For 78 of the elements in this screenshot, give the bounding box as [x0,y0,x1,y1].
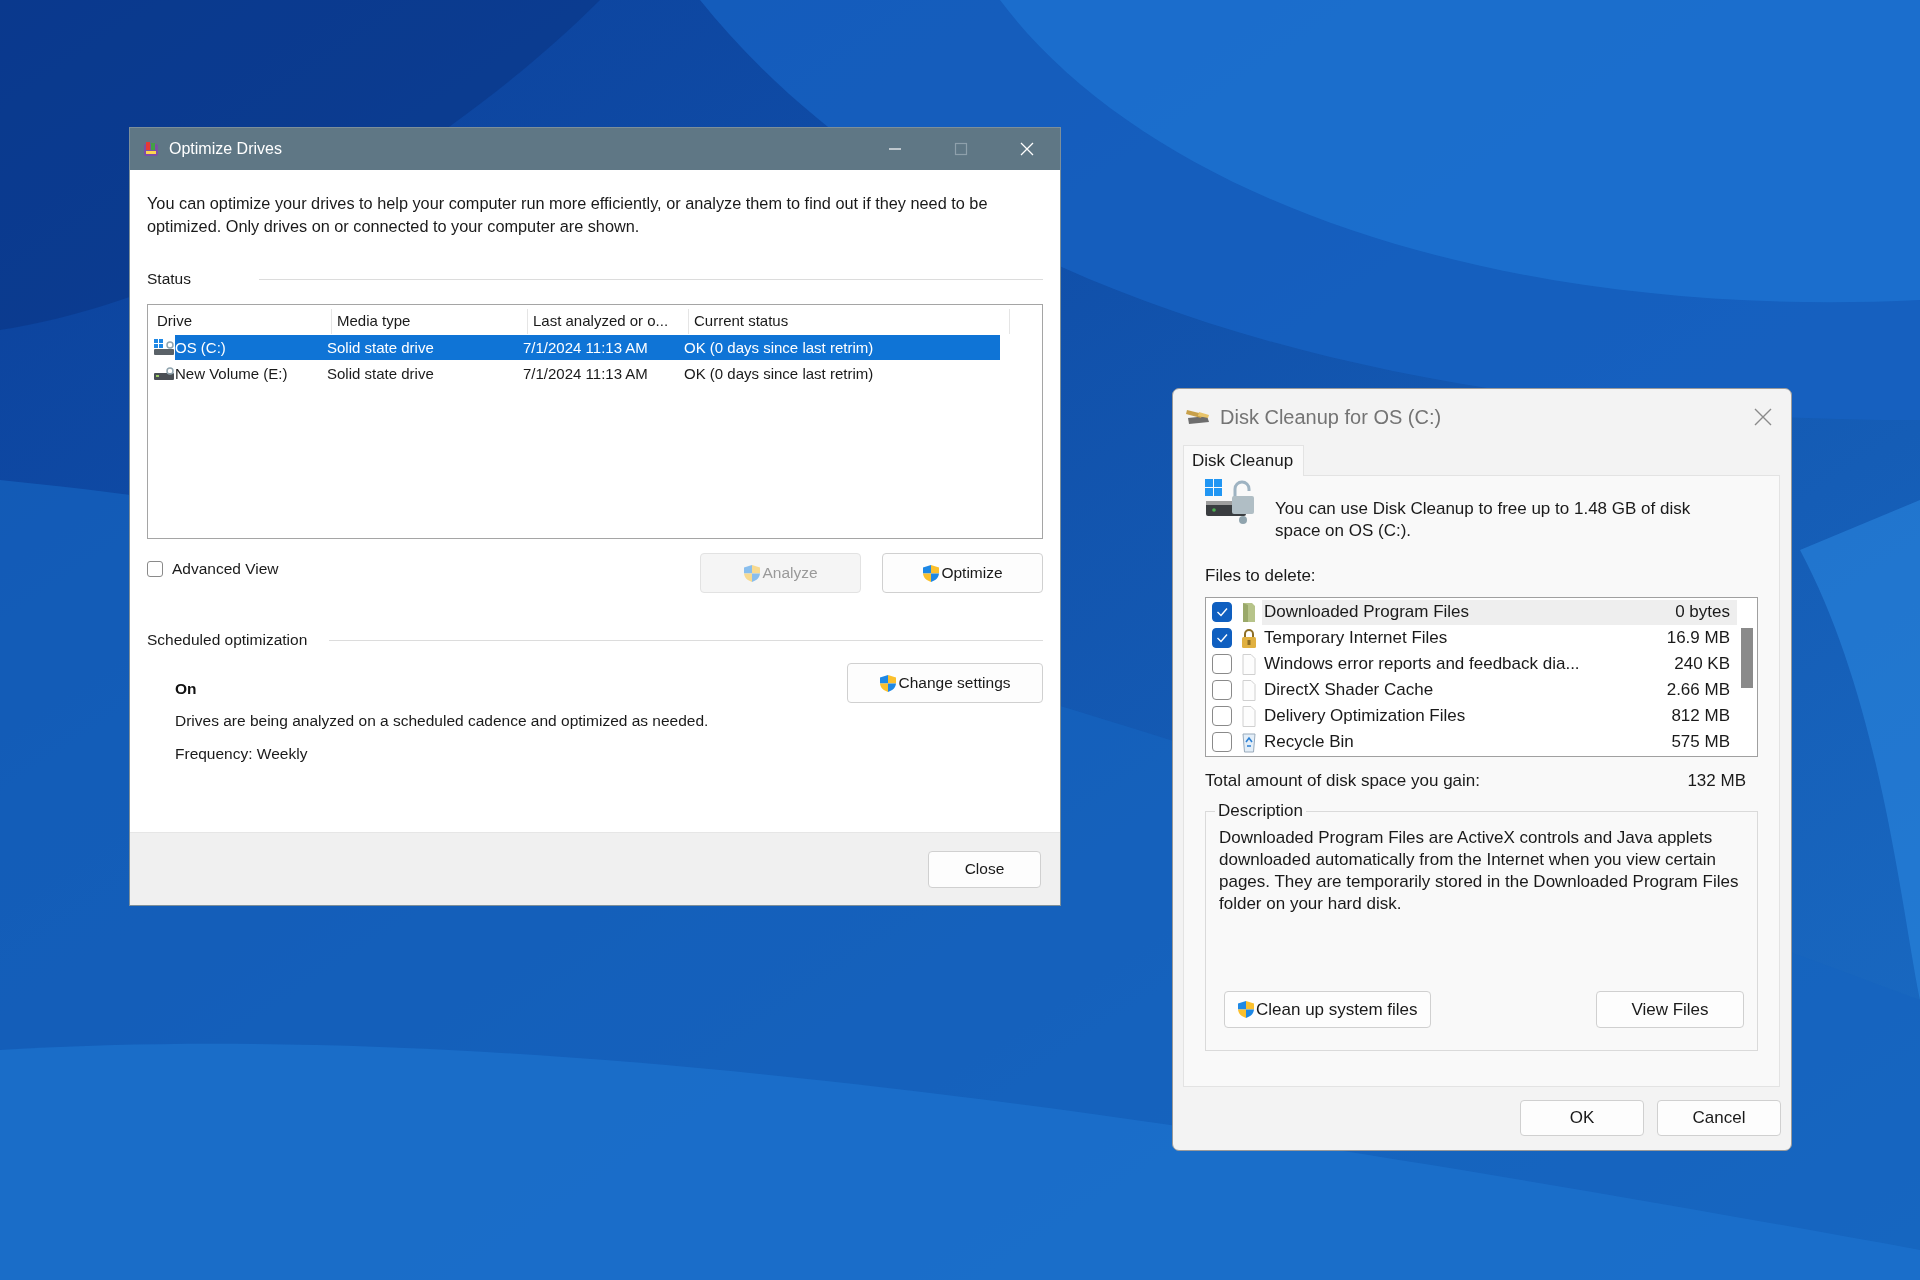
section-label: Scheduled optimization [147,631,308,649]
section-label: Status [147,270,191,288]
file-size: 812 MB [1671,706,1730,726]
description-text: Downloaded Program Files are ActiveX controls and Java applets downloaded automatically from the Internet when you view certain pages. They are temporarily stored in the Downloaded Program Files folder on your hard disk. [1219,827,1740,915]
button[interactable]: Close [928,850,1041,888]
column-header[interactable]: Media type [332,309,528,334]
checkbox[interactable] [147,561,163,577]
drive-icon [154,365,174,381]
file-name: Temporary Internet Files [1264,628,1448,648]
checkbox-label: Advanced View [172,560,279,578]
button[interactable]: View Files [1596,991,1744,1028]
status-text: On [175,680,198,698]
group-label: Description [1217,801,1305,821]
document-icon [1240,652,1258,676]
list-item[interactable]: Recycle Bin 575 MB [1262,729,1737,755]
table-cell-text: Solid state drive [326,338,435,356]
tab[interactable]: Disk Cleanup [1183,445,1305,476]
drive-icon [154,339,174,355]
button[interactable]: Cancel [1657,1100,1781,1136]
summary-text: You can use Disk Cleanup to free up to 1.48 GB of disk space on OS (C:). [1275,498,1692,542]
list-item[interactable]: Delivery Optimization Files 812 MB [1262,703,1737,729]
list-item[interactable]: Downloaded Program Files 0 bytes [1262,599,1737,625]
check-icon [1215,605,1229,619]
recycle-bin-icon [1240,730,1258,754]
table-row[interactable]: OS (C:) Solid state drive 7/1/2024 11:13 AM OK (0 days since last retrim) [175,334,1000,360]
folder-icon [1240,600,1258,624]
table-cell-text: OS (C:) [175,338,227,356]
table-cell-text: Solid state drive [326,364,435,382]
file-name: DirectX Shader Cache [1264,680,1434,700]
list-item[interactable]: Temporary Internet Files 16.9 MB [1262,625,1737,651]
checkbox[interactable] [1212,732,1232,752]
file-name: Recycle Bin [1264,732,1354,752]
close-icon [1020,142,1034,156]
file-size: 240 KB [1674,654,1730,674]
file-name: Delivery Optimization Files [1264,706,1466,726]
list-label: Files to delete: [1205,566,1317,586]
close-icon [1754,408,1772,426]
checkbox[interactable] [1212,602,1232,622]
file-size: 575 MB [1671,732,1730,752]
file-size: 2.66 MB [1666,680,1730,700]
checkbox[interactable] [1212,680,1232,700]
file-size: 16.9 MB [1666,628,1730,648]
table-cell-text: 7/1/2024 11:13 AM [522,364,649,382]
table-row[interactable]: New Volume (E:) Solid state drive 7/1/2024 11:13 AM OK (0 days since last retrim) [175,360,1000,386]
file-name: Windows error reports and feedback dia... [1264,654,1580,674]
intro-text: You can optimize your drives to help your computer run more efficiently, or analyze them to find out if they need to be optimized. Only drives on or connected to your computer are shown. [147,193,989,237]
app-icon [142,140,160,158]
padlock-icon [1240,626,1258,650]
column-header[interactable]: Current status [689,309,1010,334]
window-title: Optimize Drives [169,140,283,158]
check-icon [1215,631,1229,645]
checkbox[interactable] [1212,706,1232,726]
table-cell-text: OK (0 days since last retrim) [683,338,875,356]
button[interactable]: Optimize [882,553,1043,593]
button[interactable]: OK [1520,1100,1644,1136]
checkbox[interactable] [1212,628,1232,648]
file-name: Downloaded Program Files [1264,602,1470,622]
button[interactable]: Clean up system files [1224,991,1431,1028]
list-item[interactable]: Windows error reports and feedback dia... 240 KB [1262,651,1737,677]
table-cell-text: OK (0 days since last retrim) [683,364,875,382]
total-value: 132 MB [1687,771,1746,791]
list-item[interactable]: DirectX Shader Cache 2.66 MB [1262,677,1737,703]
frequency-text: Frequency: Weekly [175,745,309,763]
drive-lock-icon [1205,479,1257,525]
column-header[interactable]: Last analyzed or o... [528,309,689,334]
file-size: 0 bytes [1675,602,1730,622]
document-icon [1240,678,1258,702]
total-label: Total amount of disk space you gain: [1205,771,1480,791]
description-text: Drives are being analyzed on a scheduled cadence and optimized as needed. [175,712,709,730]
window-title: Disk Cleanup for OS (C:) [1220,405,1443,429]
document-icon [1240,704,1258,728]
column-header[interactable]: Drive [152,309,332,334]
maximize-icon [954,142,968,156]
scroll-thumb[interactable] [1741,628,1753,688]
table-cell-text: 7/1/2024 11:13 AM [522,338,649,356]
table-cell-text: New Volume (E:) [175,364,289,382]
button[interactable]: Change settings [847,663,1043,703]
checkbox[interactable] [1212,654,1232,674]
